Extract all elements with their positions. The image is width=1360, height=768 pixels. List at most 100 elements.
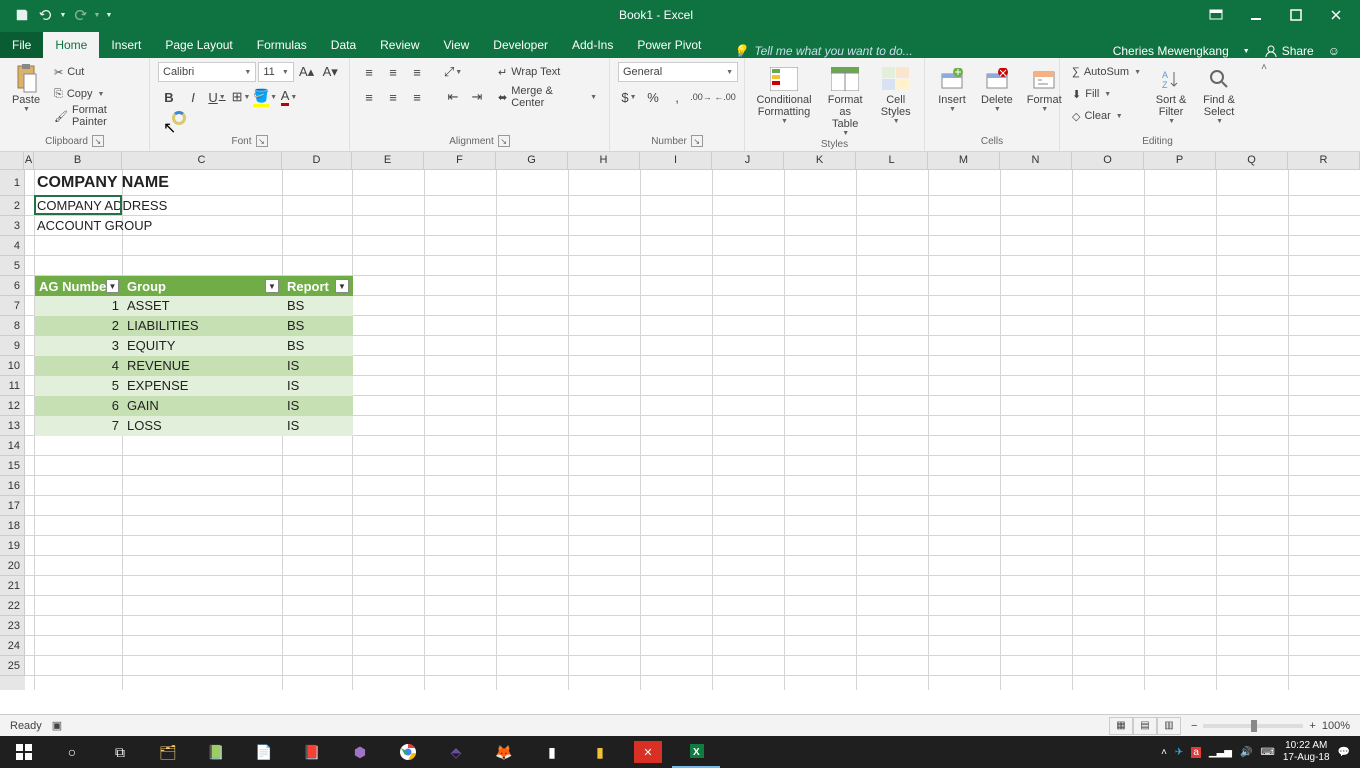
filter-button-0[interactable]: ▼ [106,279,119,293]
row-header-19[interactable]: 19 [0,536,25,556]
row-header-10[interactable]: 10 [0,356,25,376]
align-middle-icon[interactable]: ≡ [382,62,404,82]
smiley-icon[interactable]: ☺ [1328,44,1340,58]
align-bottom-icon[interactable]: ≡ [406,62,428,82]
close-icon[interactable] [1316,1,1356,29]
merge-center-button[interactable]: ⬌Merge & Center▼ [494,87,601,107]
zoom-slider[interactable] [1203,724,1303,728]
tab-power-pivot[interactable]: Power Pivot [625,32,713,58]
collapse-ribbon-icon[interactable]: ˄ [1255,58,1273,151]
number-format-combo[interactable]: General▼ [618,62,738,82]
row-header-15[interactable]: 15 [0,456,25,476]
start-button[interactable] [0,736,48,768]
share-button[interactable]: Share [1264,44,1314,58]
taskbar-sticky[interactable]: ▮ [576,736,624,768]
zoom-out-button[interactable]: − [1191,720,1197,732]
tray-overflow-icon[interactable]: ˄ [1161,747,1167,758]
view-page-layout-button[interactable]: ▤ [1133,717,1157,735]
view-page-break-button[interactable]: ▥ [1157,717,1181,735]
row-header-13[interactable]: 13 [0,416,25,436]
row-header-18[interactable]: 18 [0,516,25,536]
increase-font-icon[interactable]: A▴ [296,62,318,82]
taskbar-firefox[interactable]: 🦊 [480,736,528,768]
row-header-6[interactable]: 6 [0,276,25,296]
format-as-table-button[interactable]: Format as Table▼ [821,62,869,139]
redo-dropdown[interactable]: ▼ [92,3,102,27]
clear-button[interactable]: ◇Clear▼ [1068,106,1145,126]
col-header-d[interactable]: D [282,152,352,170]
comma-icon[interactable]: , [666,87,688,107]
borders-button[interactable]: ⊞▼ [230,87,252,107]
autosum-button[interactable]: ∑AutoSum▼ [1068,62,1145,82]
clipboard-launcher[interactable]: ↘ [92,135,104,147]
fill-color-button[interactable]: 🪣▼ [254,87,276,107]
tab-home[interactable]: Home [43,32,99,58]
accounting-icon[interactable]: $▼ [618,87,640,107]
row-header-17[interactable]: 17 [0,496,25,516]
paste-button[interactable]: Paste ▼ [8,62,44,115]
cell-grid[interactable]: COMPANY NAMECOMPANY ADDRESSACCOUNT GROUP… [25,170,1360,690]
delete-cells-button[interactable]: Delete▼ [977,62,1017,115]
decrease-font-icon[interactable]: A▾ [319,62,341,82]
row-header-5[interactable]: 5 [0,256,25,276]
tab-addins[interactable]: Add-Ins [560,32,625,58]
tray-volume-icon[interactable]: 🔊 [1240,747,1252,758]
row-header-21[interactable]: 21 [0,576,25,596]
tray-network-icon[interactable]: ▁▃▅ [1209,747,1232,758]
font-launcher[interactable]: ↘ [256,135,268,147]
taskbar-app-x[interactable]: ✕ [634,741,662,763]
tab-review[interactable]: Review [368,32,431,58]
row-header-1[interactable]: 1 [0,170,25,196]
taskbar-explorer[interactable]: 🗂 [144,736,192,768]
row-header-9[interactable]: 9 [0,336,25,356]
row-header-23[interactable]: 23 [0,616,25,636]
find-select-button[interactable]: Find & Select▼ [1197,62,1241,127]
conditional-formatting-button[interactable]: Conditional Formatting▼ [753,62,815,127]
percent-icon[interactable]: % [642,87,664,107]
taskbar-app-red[interactable]: 📕 [288,736,336,768]
orientation-icon[interactable]: ⤢▼ [442,62,464,82]
col-header-l[interactable]: L [856,152,928,170]
row-header-24[interactable]: 24 [0,636,25,656]
taskbar-notepad[interactable]: 📄 [240,736,288,768]
increase-decimal-icon[interactable]: .00→ [690,87,712,107]
align-top-icon[interactable]: ≡ [358,62,380,82]
filter-button-2[interactable]: ▼ [335,279,349,293]
align-right-icon[interactable]: ≡ [406,87,428,107]
tab-data[interactable]: Data [319,32,368,58]
cell-styles-button[interactable]: Cell Styles▼ [875,62,916,127]
align-center-icon[interactable]: ≡ [382,87,404,107]
row-header-7[interactable]: 7 [0,296,25,316]
col-header-m[interactable]: M [928,152,1000,170]
row-header-14[interactable]: 14 [0,436,25,456]
row-header-11[interactable]: 11 [0,376,25,396]
undo-icon[interactable] [34,3,58,27]
tab-page-layout[interactable]: Page Layout [153,32,244,58]
tab-formulas[interactable]: Formulas [245,32,319,58]
minimize-icon[interactable] [1236,1,1276,29]
taskbar-excel[interactable]: X [672,736,720,768]
format-painter-button[interactable]: 🖌Format Painter [50,106,141,126]
wrap-text-button[interactable]: ↵Wrap Text [494,62,601,82]
number-launcher[interactable]: ↘ [691,135,703,147]
tab-developer[interactable]: Developer [481,32,560,58]
row-header-22[interactable]: 22 [0,596,25,616]
decrease-decimal-icon[interactable]: ←.00 [714,87,736,107]
qat-customize[interactable]: ▼ [102,3,116,27]
macro-record-icon[interactable]: ▣ [52,719,62,732]
copy-button[interactable]: ⎘Copy▼ [50,84,141,104]
taskbar-visualstudio[interactable]: ⬢ [336,736,384,768]
user-name[interactable]: Cheries Mewengkang [1113,44,1229,58]
col-header-e[interactable]: E [352,152,424,170]
font-color-button[interactable]: A▼ [278,87,300,107]
bold-button[interactable]: B [158,87,180,107]
taskbar-vscode[interactable]: ⬘ [432,736,480,768]
tab-file[interactable]: File [0,32,43,58]
alignment-launcher[interactable]: ↘ [498,135,510,147]
tray-notifications-icon[interactable]: 💬 [1338,747,1350,758]
row-header-4[interactable]: 4 [0,236,25,256]
maximize-icon[interactable] [1276,1,1316,29]
task-view-icon[interactable]: ⧉ [96,736,144,768]
row-header-2[interactable]: 2 [0,196,25,216]
align-left-icon[interactable]: ≡ [358,87,380,107]
